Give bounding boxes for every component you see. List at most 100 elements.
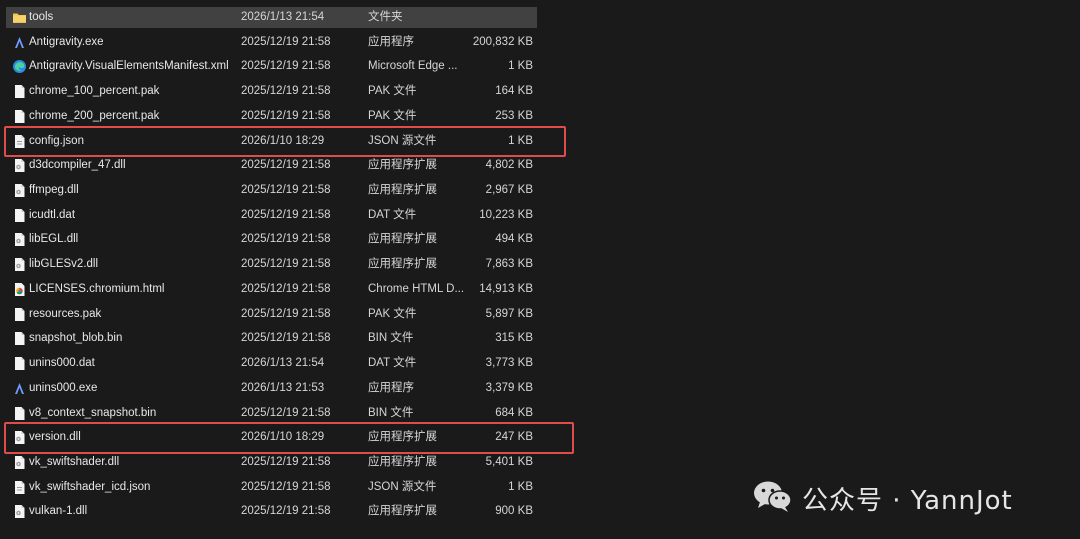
file-icon bbox=[12, 356, 27, 371]
file-name: Antigravity.exe bbox=[29, 35, 104, 48]
file-size: 5,401 KB bbox=[485, 455, 533, 468]
chrome-html-icon bbox=[12, 282, 27, 297]
file-row[interactable]: v8_context_snapshot.bin 2025/12/19 21:58 B… bbox=[6, 403, 537, 424]
file-date-modified: 2025/12/19 21:58 bbox=[241, 480, 331, 493]
file-name: Antigravity.VisualElementsManifest.xml bbox=[29, 60, 229, 73]
file-date-modified: 2025/12/19 21:58 bbox=[241, 505, 331, 518]
file-name: vk_swiftshader.dll bbox=[29, 455, 120, 468]
file-row[interactable]: snapshot_blob.bin 2025/12/19 21:58 BIN 文件 3… bbox=[6, 328, 537, 349]
file-name: d3dcompiler_47.dll bbox=[29, 159, 126, 172]
file-name: chrome_100_percent.pak bbox=[29, 85, 160, 98]
file-date-modified: 2025/12/19 21:58 bbox=[241, 307, 331, 320]
edge-icon bbox=[12, 59, 27, 74]
file-date-modified: 2025/12/19 21:58 bbox=[241, 282, 331, 295]
file-name: vulkan-1.dll bbox=[29, 505, 88, 518]
highlight-box bbox=[4, 422, 574, 454]
highlight-box bbox=[4, 125, 566, 158]
file-date-modified: 2025/12/19 21:58 bbox=[241, 208, 331, 221]
file-list: tools 2026/1/13 21:54 文件夹 Antigravity.exe 20… bbox=[0, 0, 1080, 539]
dll-file-icon bbox=[12, 257, 27, 272]
file-date-modified: 2025/12/19 21:58 bbox=[241, 159, 331, 172]
file-icon bbox=[12, 331, 27, 346]
file-row[interactable]: libGLESv2.dll 2025/12/19 21:58 应用程序扩展 7,863… bbox=[6, 254, 537, 275]
file-row[interactable]: libEGL.dll 2025/12/19 21:58 应用程序扩展 494 KB bbox=[6, 229, 537, 250]
file-name: libGLESv2.dll bbox=[29, 258, 99, 271]
file-date-modified: 2026/1/13 21:54 bbox=[241, 357, 325, 370]
file-size: 253 KB bbox=[495, 109, 533, 122]
file-name: vk_swiftshader_icd.json bbox=[29, 480, 151, 493]
file-name: resources.pak bbox=[29, 307, 102, 320]
file-date-modified: 2025/12/19 21:58 bbox=[241, 233, 331, 246]
file-row[interactable]: ffmpeg.dll 2025/12/19 21:58 应用程序扩展 2,967 KB bbox=[6, 180, 537, 201]
file-date-modified: 2025/12/19 21:58 bbox=[241, 60, 331, 73]
file-icon bbox=[12, 109, 27, 124]
dll-file-icon bbox=[12, 455, 27, 470]
file-icon bbox=[12, 406, 27, 421]
file-date-modified: 2025/12/19 21:58 bbox=[241, 406, 331, 419]
dll-file-icon bbox=[12, 504, 27, 519]
file-icon bbox=[12, 84, 27, 99]
file-row[interactable]: LICENSES.chromium.html 2025/12/19 21:58 Ch… bbox=[6, 279, 537, 300]
file-row[interactable]: unins000.dat 2026/1/13 21:54 DAT 文件 3,773 K… bbox=[6, 353, 537, 374]
file-size: 3,773 KB bbox=[485, 357, 533, 370]
file-size: 14,913 KB bbox=[479, 282, 533, 295]
watermark: 公众号 · YannJot bbox=[752, 478, 1013, 518]
json-file-icon bbox=[12, 480, 27, 495]
file-size: 2,967 KB bbox=[485, 184, 533, 197]
file-name: unins000.exe bbox=[29, 381, 98, 394]
file-size: 1 KB bbox=[508, 60, 533, 73]
file-row[interactable]: vk_swiftshader.dll 2025/12/19 21:58 应用程序扩展… bbox=[6, 452, 537, 473]
file-row[interactable]: vulkan-1.dll 2025/12/19 21:58 应用程序扩展 900 KB bbox=[6, 501, 537, 522]
file-type: 文件夹 bbox=[368, 11, 403, 23]
antigravity-app-icon bbox=[12, 35, 27, 50]
folder-icon bbox=[12, 10, 27, 25]
file-name: chrome_200_percent.pak bbox=[29, 109, 160, 122]
file-name: ffmpeg.dll bbox=[29, 184, 79, 197]
file-icon bbox=[12, 307, 27, 322]
file-row[interactable]: d3dcompiler_47.dll 2025/12/19 21:58 应用程序扩展… bbox=[6, 155, 537, 176]
file-name: tools bbox=[29, 11, 54, 23]
file-size: 1 KB bbox=[508, 480, 533, 493]
file-date-modified: 2025/12/19 21:58 bbox=[241, 109, 331, 122]
file-date-modified: 2025/12/19 21:58 bbox=[241, 35, 331, 48]
file-date-modified: 2025/12/19 21:58 bbox=[241, 455, 331, 468]
file-name: libEGL.dll bbox=[29, 233, 79, 246]
file-row[interactable]: vk_swiftshader_icd.json 2025/12/19 21:58 J… bbox=[6, 477, 537, 498]
file-size: 315 KB bbox=[495, 332, 533, 345]
file-row[interactable]: icudtl.dat 2025/12/19 21:58 DAT 文件 10,223 K… bbox=[6, 205, 537, 226]
file-date-modified: 2025/12/19 21:58 bbox=[241, 258, 331, 271]
file-size: 200,832 KB bbox=[472, 35, 533, 48]
file-size: 4,802 KB bbox=[485, 159, 533, 172]
file-date-modified: 2025/12/19 21:58 bbox=[241, 184, 331, 197]
antigravity-app-icon bbox=[12, 381, 27, 396]
file-name: LICENSES.chromium.html bbox=[29, 282, 165, 295]
dll-file-icon bbox=[12, 232, 27, 247]
file-row[interactable]: tools 2026/1/13 21:54 文件夹 bbox=[6, 7, 537, 28]
file-row[interactable]: Antigravity.VisualElementsManifest.xml 20… bbox=[6, 56, 537, 77]
watermark-text: 公众号 · YannJot bbox=[802, 485, 1013, 516]
file-name: unins000.dat bbox=[29, 357, 95, 370]
dll-file-icon bbox=[12, 183, 27, 198]
file-date-modified: 2025/12/19 21:58 bbox=[241, 332, 331, 345]
file-row[interactable]: chrome_200_percent.pak 2025/12/19 21:58 PA… bbox=[6, 106, 537, 127]
file-size: 900 KB bbox=[495, 505, 533, 518]
file-size: 3,379 KB bbox=[485, 381, 533, 394]
file-size: 494 KB bbox=[495, 233, 533, 246]
file-size: 7,863 KB bbox=[485, 258, 533, 271]
file-size: 5,897 KB bbox=[485, 307, 533, 320]
file-size: 10,223 KB bbox=[479, 208, 533, 221]
file-size: 164 KB bbox=[495, 85, 533, 98]
file-size: 684 KB bbox=[495, 406, 533, 419]
file-icon bbox=[12, 208, 27, 223]
file-name: v8_context_snapshot.bin bbox=[29, 406, 157, 419]
file-name: icudtl.dat bbox=[29, 208, 76, 221]
file-row[interactable]: resources.pak 2025/12/19 21:58 PAK 文件 5,897… bbox=[6, 304, 537, 325]
file-row[interactable]: unins000.exe 2026/1/13 21:53 应用程序 3,379 KB bbox=[6, 378, 537, 399]
file-date-modified: 2026/1/13 21:54 bbox=[241, 11, 325, 23]
file-row[interactable]: chrome_100_percent.pak 2025/12/19 21:58 PA… bbox=[6, 81, 537, 102]
file-date-modified: 2026/1/13 21:53 bbox=[241, 381, 325, 394]
file-row[interactable]: Antigravity.exe 2025/12/19 21:58 应用程序 200,8… bbox=[6, 32, 537, 53]
file-name: snapshot_blob.bin bbox=[29, 332, 123, 345]
wechat-logo-icon bbox=[752, 478, 794, 519]
file-date-modified: 2025/12/19 21:58 bbox=[241, 85, 331, 98]
